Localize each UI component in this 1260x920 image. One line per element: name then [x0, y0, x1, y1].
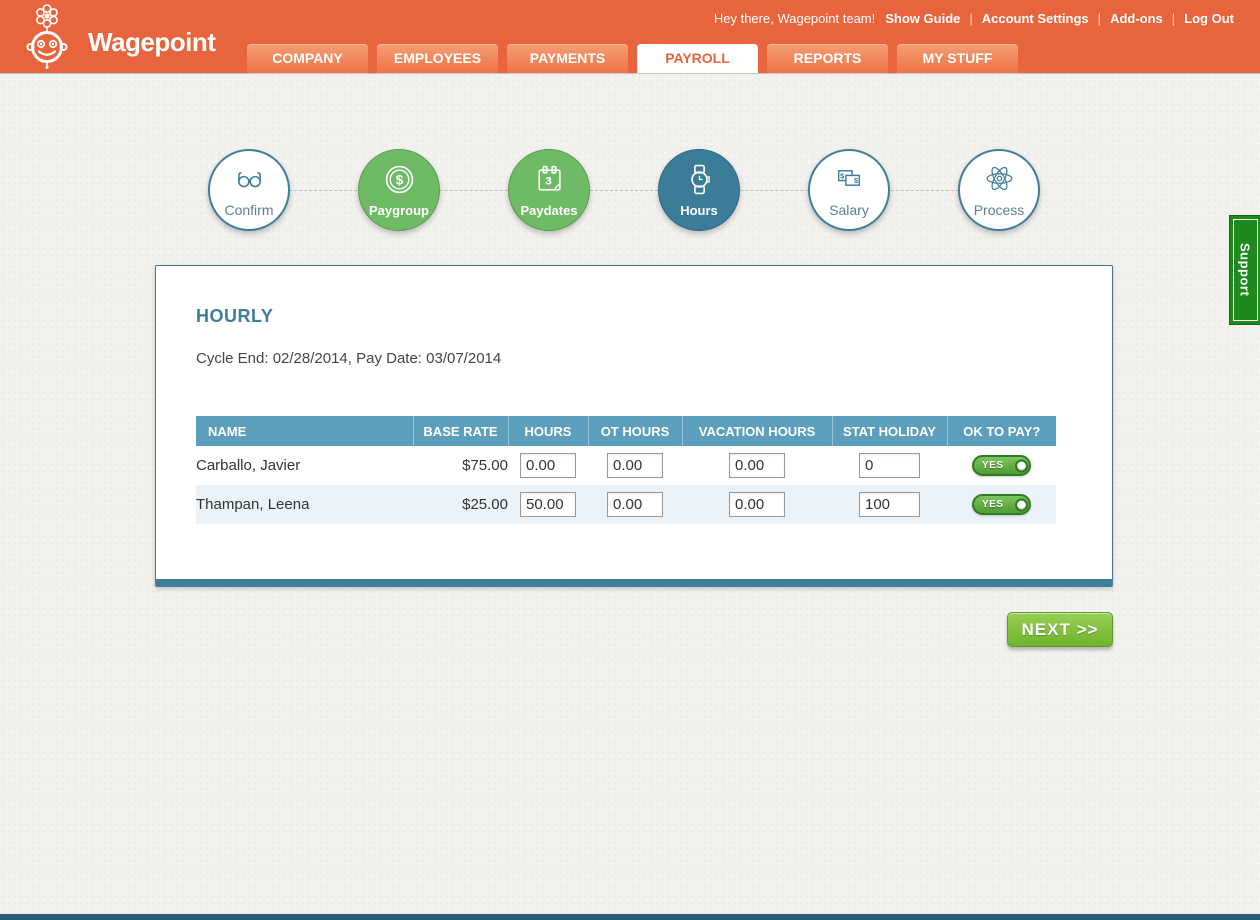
- greeting-text: Hey there, Wagepoint team!: [714, 11, 875, 26]
- step-label: Paydates: [520, 203, 577, 218]
- payroll-stepper: $ Paygroup 3 Paydates: [208, 149, 1040, 231]
- step-hours[interactable]: Hours: [658, 149, 740, 231]
- vacation-hours-input[interactable]: [729, 453, 785, 478]
- col-vacation-hours: VACATION HOURS: [682, 416, 832, 446]
- ot-hours-input[interactable]: [607, 453, 663, 478]
- brand-name: Wagepoint: [88, 27, 215, 58]
- col-stat-holiday: STAT HOLIDAY: [832, 416, 947, 446]
- tab-payments[interactable]: PAYMENTS: [507, 44, 628, 73]
- step-process: Process: [958, 149, 1040, 231]
- col-hours: HOURS: [508, 416, 588, 446]
- vacation-hours-input[interactable]: [729, 492, 785, 517]
- support-tab-label: Support: [1238, 243, 1253, 296]
- hourly-card: HOURLY Cycle End: 02/28/2014, Pay Date: …: [155, 265, 1113, 587]
- table-row: Carballo, Javier $75.00 YES: [196, 446, 1056, 485]
- calendar-icon: 3: [533, 163, 566, 201]
- ot-hours-input[interactable]: [607, 492, 663, 517]
- toggle-knob: [1015, 459, 1028, 472]
- col-ot-hours: OT HOURS: [588, 416, 682, 446]
- account-settings-link[interactable]: Account Settings: [960, 11, 1088, 26]
- stat-holiday-input[interactable]: [859, 453, 920, 478]
- step-label: Paygroup: [369, 203, 429, 218]
- support-tab[interactable]: Support: [1229, 215, 1260, 325]
- step-label: Hours: [680, 203, 718, 218]
- svg-text:$: $: [853, 176, 858, 185]
- banknotes-icon: $ $: [833, 162, 866, 200]
- tab-reports[interactable]: REPORTS: [767, 44, 888, 73]
- tab-payroll[interactable]: PAYROLL: [637, 44, 758, 73]
- atom-icon: [983, 162, 1016, 200]
- toggle-knob: [1015, 498, 1028, 511]
- support-tab-border: Support: [1233, 219, 1258, 321]
- wagepoint-logo[interactable]: Wagepoint: [10, 3, 215, 71]
- stat-holiday-input[interactable]: [859, 492, 920, 517]
- cycle-info: Cycle End: 02/28/2014, Pay Date: 03/07/2…: [196, 350, 501, 367]
- base-rate-value: $75.00: [413, 446, 508, 485]
- step-confirm: Confirm: [208, 149, 290, 231]
- col-ok-to-pay: OK TO PAY?: [947, 416, 1056, 446]
- hours-table: NAME BASE RATE HOURS OT HOURS VACATION H…: [196, 416, 1056, 524]
- step-label: Confirm: [224, 202, 273, 218]
- employee-name: Carballo, Javier: [196, 446, 413, 485]
- ok-to-pay-toggle[interactable]: YES: [972, 455, 1031, 476]
- wristwatch-icon: [683, 163, 716, 201]
- top-header: Wagepoint Hey there, Wagepoint team! Sho…: [0, 0, 1260, 73]
- toggle-label: YES: [982, 499, 1004, 510]
- step-paydates[interactable]: 3 Paydates: [508, 149, 590, 231]
- step-paygroup[interactable]: $ Paygroup: [358, 149, 440, 231]
- tab-company[interactable]: COMPANY: [247, 44, 368, 73]
- show-guide-link[interactable]: Show Guide: [885, 11, 960, 26]
- page: Wagepoint Hey there, Wagepoint team! Sho…: [0, 0, 1260, 920]
- footer-bar: [0, 914, 1260, 920]
- main-nav: COMPANY EMPLOYEES PAYMENTS PAYROLL REPOR…: [247, 44, 1018, 73]
- svg-text:$: $: [840, 171, 845, 180]
- ok-to-pay-toggle[interactable]: YES: [972, 494, 1031, 515]
- tab-my-stuff[interactable]: MY STUFF: [897, 44, 1018, 73]
- toggle-label: YES: [982, 460, 1004, 471]
- col-name: NAME: [196, 416, 413, 446]
- eyeglasses-icon: [233, 162, 266, 200]
- base-rate-value: $25.00: [413, 485, 508, 524]
- tab-employees[interactable]: EMPLOYEES: [377, 44, 498, 73]
- hours-input[interactable]: [520, 453, 576, 478]
- user-links: Hey there, Wagepoint team! Show Guide Ac…: [714, 11, 1234, 26]
- coin-dollar-icon: $: [383, 163, 416, 201]
- step-label: Salary: [829, 202, 869, 218]
- step-salary: $ $ Salary: [808, 149, 890, 231]
- wagepoint-mascot-icon: [10, 3, 84, 71]
- card-title: HOURLY: [196, 306, 273, 327]
- hours-input[interactable]: [520, 492, 576, 517]
- step-label: Process: [974, 202, 1025, 218]
- employee-name: Thampan, Leena: [196, 485, 413, 524]
- table-row: Thampan, Leena $25.00 YES: [196, 485, 1056, 524]
- svg-text:3: 3: [545, 175, 551, 187]
- add-ons-link[interactable]: Add-ons: [1089, 11, 1163, 26]
- log-out-link[interactable]: Log Out: [1163, 11, 1234, 26]
- table-header-row: NAME BASE RATE HOURS OT HOURS VACATION H…: [196, 416, 1056, 446]
- next-button[interactable]: NEXT >>: [1007, 612, 1113, 647]
- svg-text:$: $: [395, 172, 403, 187]
- col-base-rate: BASE RATE: [413, 416, 508, 446]
